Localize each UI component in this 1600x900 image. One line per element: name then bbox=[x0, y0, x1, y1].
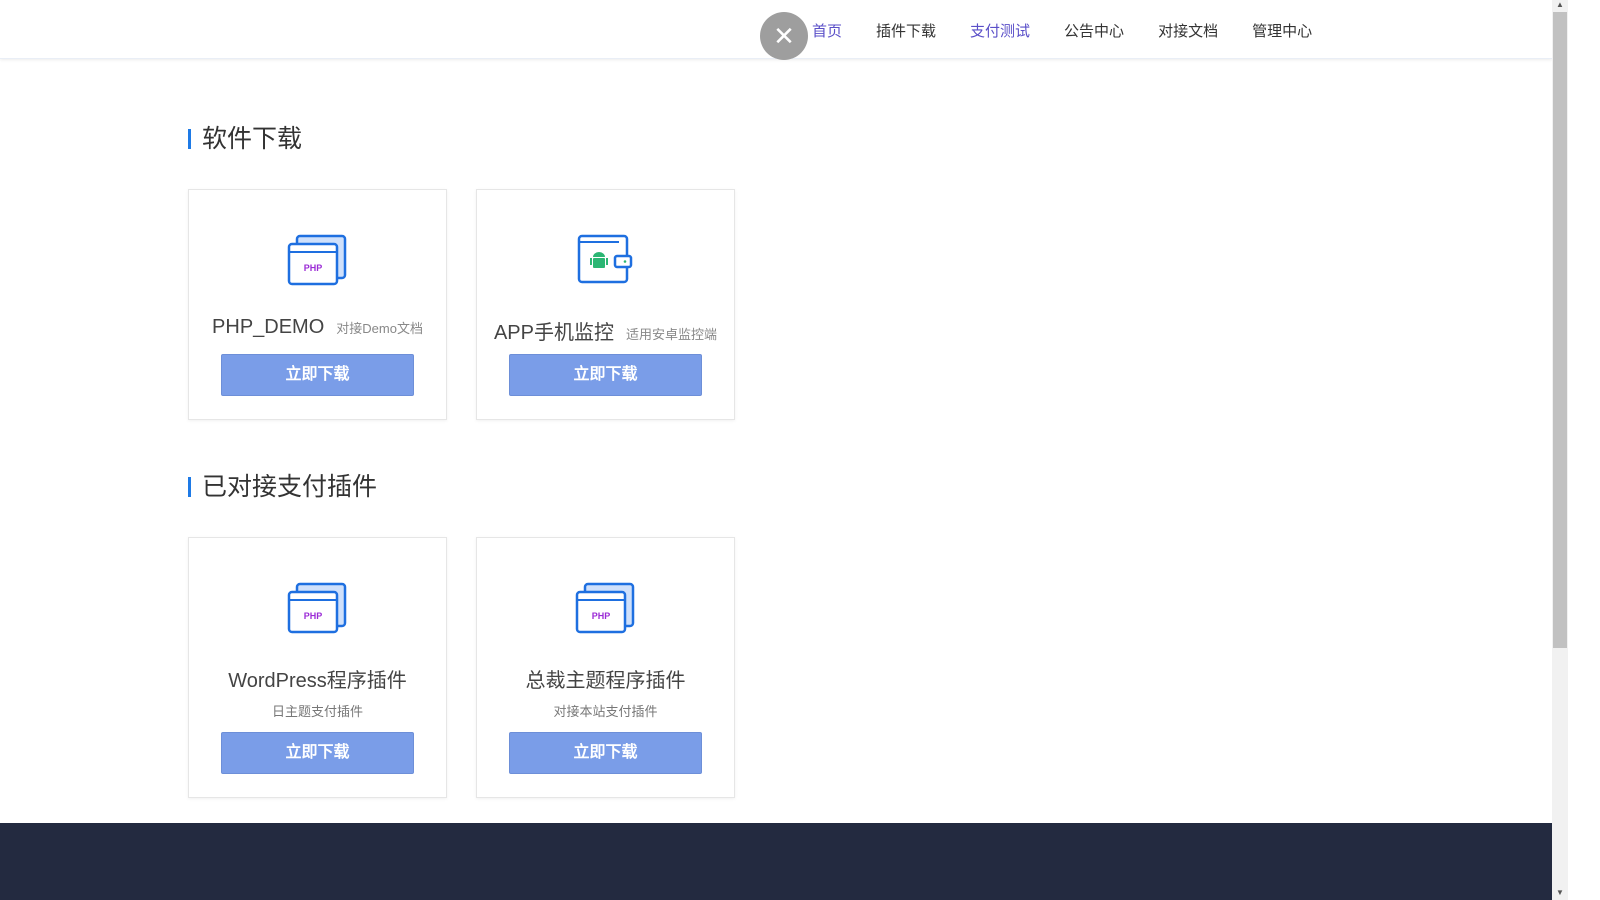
scroll-down-arrow[interactable]: ▼ bbox=[1552, 888, 1568, 900]
card-title: WordPress程序插件 bbox=[228, 670, 407, 692]
php-window-icon: PHP bbox=[287, 234, 347, 286]
card-title: PHP_DEMO 对接Demo文档 bbox=[212, 316, 423, 338]
android-wallet-icon bbox=[577, 234, 633, 284]
scroll-up-arrow[interactable]: ▲ bbox=[1552, 0, 1568, 12]
card-app-monitor: APP手机监控 适用安卓监控端 立即下载 bbox=[476, 189, 735, 420]
card-title: 总裁主题程序插件 bbox=[525, 670, 686, 692]
nav-docs[interactable]: 对接文档 bbox=[1158, 20, 1218, 41]
section-title-plugins: 已对接支付插件 bbox=[188, 475, 377, 500]
php-window-icon: PHP bbox=[575, 582, 635, 634]
section-title-software: 软件下载 bbox=[188, 127, 302, 152]
svg-text:PHP: PHP bbox=[592, 611, 611, 621]
card-zongcai-plugin: PHP 总裁主题程序插件 对接本站支付插件 立即下载 bbox=[476, 537, 735, 798]
page: ✕ 首页 插件下载 支付测试 公告中心 对接文档 管理中心 软件下载 PHP P… bbox=[0, 0, 1552, 900]
svg-text:PHP: PHP bbox=[304, 611, 323, 621]
nav-admin[interactable]: 管理中心 bbox=[1252, 20, 1312, 41]
download-button[interactable]: 立即下载 bbox=[221, 732, 414, 774]
download-button[interactable]: 立即下载 bbox=[221, 354, 414, 396]
svg-text:PHP: PHP bbox=[304, 263, 323, 273]
card-subtitle: 对接本站支付插件 bbox=[553, 704, 658, 719]
card-wordpress-plugin: PHP WordPress程序插件 日主题支付插件 立即下载 bbox=[188, 537, 447, 798]
nav-pay-test[interactable]: 支付测试 bbox=[970, 20, 1030, 41]
main-nav: 首页 插件下载 支付测试 公告中心 对接文档 管理中心 bbox=[812, 20, 1312, 41]
top-navbar: ✕ 首页 插件下载 支付测试 公告中心 对接文档 管理中心 bbox=[0, 0, 1552, 60]
close-button[interactable]: ✕ bbox=[760, 12, 808, 60]
php-window-icon: PHP bbox=[287, 582, 347, 634]
footer bbox=[0, 823, 1552, 900]
download-button[interactable]: 立即下载 bbox=[509, 732, 702, 774]
download-button[interactable]: 立即下载 bbox=[509, 354, 702, 396]
card-php-demo: PHP PHP_DEMO 对接Demo文档 立即下载 bbox=[188, 189, 447, 420]
nav-home[interactable]: 首页 bbox=[812, 20, 842, 41]
nav-plugin-download[interactable]: 插件下载 bbox=[876, 20, 936, 41]
card-title: APP手机监控 适用安卓监控端 bbox=[493, 322, 718, 344]
scrollbar-thumb[interactable] bbox=[1553, 12, 1567, 648]
nav-announcements[interactable]: 公告中心 bbox=[1064, 20, 1124, 41]
card-subtitle: 日主题支付插件 bbox=[271, 704, 363, 719]
